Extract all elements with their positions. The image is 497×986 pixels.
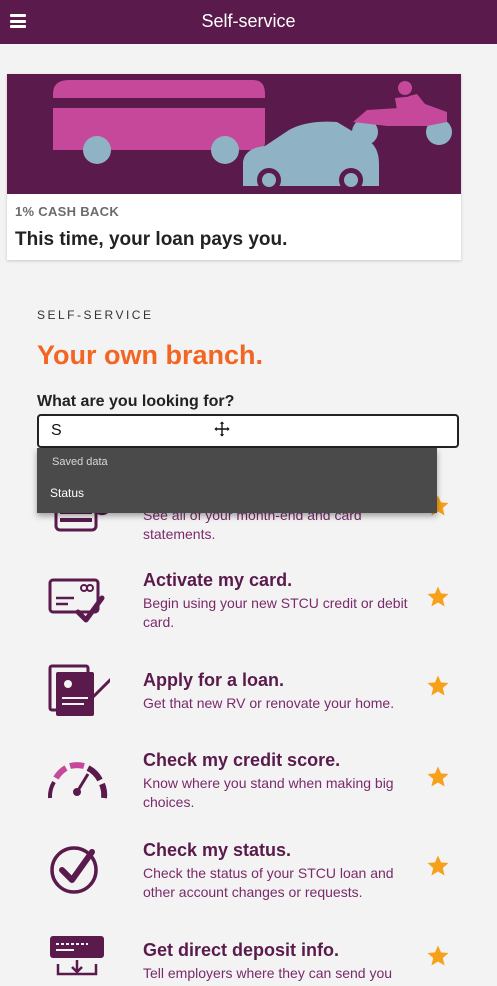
service-description: Check the status of your STCU loan and o… xyxy=(143,865,394,900)
service-title: Activate my card. xyxy=(143,570,293,590)
service-item-activate-card[interactable]: Activate my card. Begin using your new S… xyxy=(37,570,477,660)
promo-eyebrow: 1% CASH BACK xyxy=(15,204,120,219)
top-bar: Self-service xyxy=(0,0,497,44)
promo-card[interactable]: 1% CASH BACK This time, your loan pays y… xyxy=(7,74,461,260)
section-eyebrow: SELF-SERVICE xyxy=(37,308,154,322)
promo-headline[interactable]: This time, your loan pays you. xyxy=(15,229,287,251)
status-check-icon xyxy=(50,846,98,894)
direct-deposit-icon xyxy=(50,936,104,976)
service-title: Check my credit score. xyxy=(143,750,341,770)
favorite-star-icon[interactable] xyxy=(426,944,450,968)
credit-gauge-icon xyxy=(47,762,108,799)
search-label: What are you looking for? xyxy=(37,393,235,410)
loan-document-icon xyxy=(48,664,110,716)
service-title: Apply for a loan. xyxy=(143,670,285,690)
card-check-icon xyxy=(48,578,105,623)
autocomplete-dropdown: Saved data Status xyxy=(37,448,437,513)
favorite-star-icon[interactable] xyxy=(426,765,450,789)
favorite-star-icon[interactable] xyxy=(426,674,450,698)
service-description: Tell employers where they can send you c… xyxy=(143,965,393,986)
service-title: Check my status. xyxy=(143,840,292,860)
service-description: Get that new RV or renovate your home. xyxy=(143,695,395,711)
service-title: Get direct deposit info. xyxy=(143,940,340,960)
autocomplete-header: Saved data xyxy=(52,456,108,468)
search-input[interactable] xyxy=(37,414,459,448)
service-description: Begin using your new STCU credit or debi… xyxy=(143,595,408,630)
service-item-direct-deposit[interactable]: Get direct deposit info. Tell employers … xyxy=(37,936,477,986)
service-item-apply-loan[interactable]: Apply for a loan. Get that new RV or ren… xyxy=(37,664,477,760)
app-title: Self-service xyxy=(201,11,296,31)
service-item-check-status[interactable]: Check my status. Check the status of you… xyxy=(37,840,477,930)
service-description: Know where you stand when making big cho… xyxy=(143,775,394,810)
autocomplete-option-status[interactable]: Status xyxy=(37,480,437,506)
move-cursor-icon xyxy=(214,421,230,437)
page-title: Your own branch. xyxy=(37,340,264,370)
vehicles-illustration xyxy=(7,74,461,194)
favorite-star-icon[interactable] xyxy=(426,585,450,609)
favorite-star-icon[interactable] xyxy=(426,854,450,878)
service-item-credit-score[interactable]: Check my credit score. Know where you st… xyxy=(37,750,477,840)
